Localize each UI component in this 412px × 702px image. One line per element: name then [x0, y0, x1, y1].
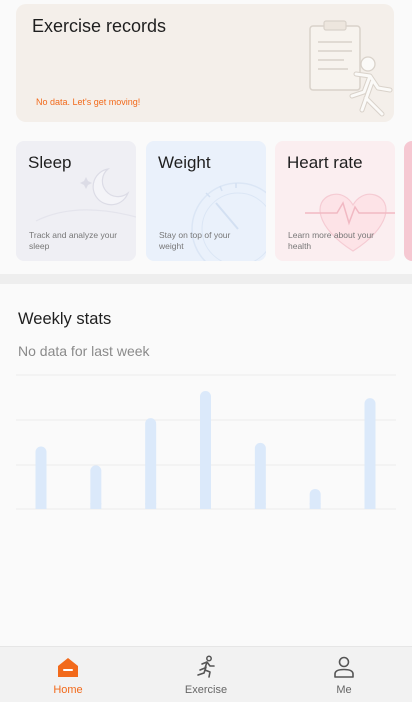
heart-rate-card-title: Heart rate [287, 153, 363, 172]
sleep-card-title: Sleep [28, 153, 72, 172]
weekly-stats-chart [16, 374, 396, 510]
running-icon [197, 655, 215, 678]
chart-bar-base [145, 503, 157, 509]
nav-me[interactable]: Me [289, 647, 399, 702]
nav-exercise-label: Exercise [184, 684, 228, 696]
nav-home[interactable]: Home [13, 647, 123, 702]
sleep-card-desc: Track and analyze your sleep [29, 230, 118, 251]
chart-bar-4 [200, 391, 211, 509]
home-icon [58, 658, 78, 677]
person-icon [334, 656, 354, 678]
heart-rate-card[interactable]: Heart rate Learn more about your health [275, 141, 395, 261]
chart-bar-base [254, 503, 266, 509]
chart-bar-7 [364, 398, 376, 509]
chart-bar-base [309, 503, 321, 509]
screen: Exercise records No data. Let's get movi… [0, 0, 412, 702]
section-divider [0, 274, 412, 284]
weight-card[interactable]: Weight Stay on top of your weight [146, 141, 266, 261]
exercise-records-subtitle: No data. Let's get moving! [36, 97, 141, 107]
chart-bar-5 [254, 442, 266, 509]
exercise-records-title: Exercise records [32, 16, 167, 36]
chart-bar-3 [145, 418, 157, 509]
weight-card-desc: Stay on top of your weight [159, 230, 231, 251]
nav-exercise[interactable]: Exercise [151, 647, 261, 702]
chart-bar-2 [90, 465, 102, 509]
feature-cards-row: Sleep Track and analyze your sleep Weigh… [16, 141, 412, 261]
nav-me-label: Me [336, 684, 352, 696]
weekly-stats-title: Weekly stats [18, 310, 112, 328]
chart-bar-1 [35, 446, 47, 509]
chart-bar-base [90, 503, 102, 509]
bottom-nav: Home Exercise Me [0, 646, 412, 702]
weekly-stats-subtitle: No data for last week [18, 343, 150, 359]
next-card-peek[interactable] [404, 141, 412, 261]
chart-bar-base [364, 503, 376, 509]
heart-rate-card-desc: Learn more about your health [288, 230, 374, 251]
clipboard-runner-icon [309, 20, 393, 117]
exercise-records-card[interactable]: Exercise records No data. Let's get movi… [16, 4, 394, 122]
nav-home-label: Home [53, 684, 83, 696]
chart-bar-base [35, 503, 47, 509]
chart-bar-base [200, 503, 211, 509]
weight-card-title: Weight [158, 153, 211, 172]
sleep-card[interactable]: Sleep Track and analyze your sleep [16, 141, 136, 261]
